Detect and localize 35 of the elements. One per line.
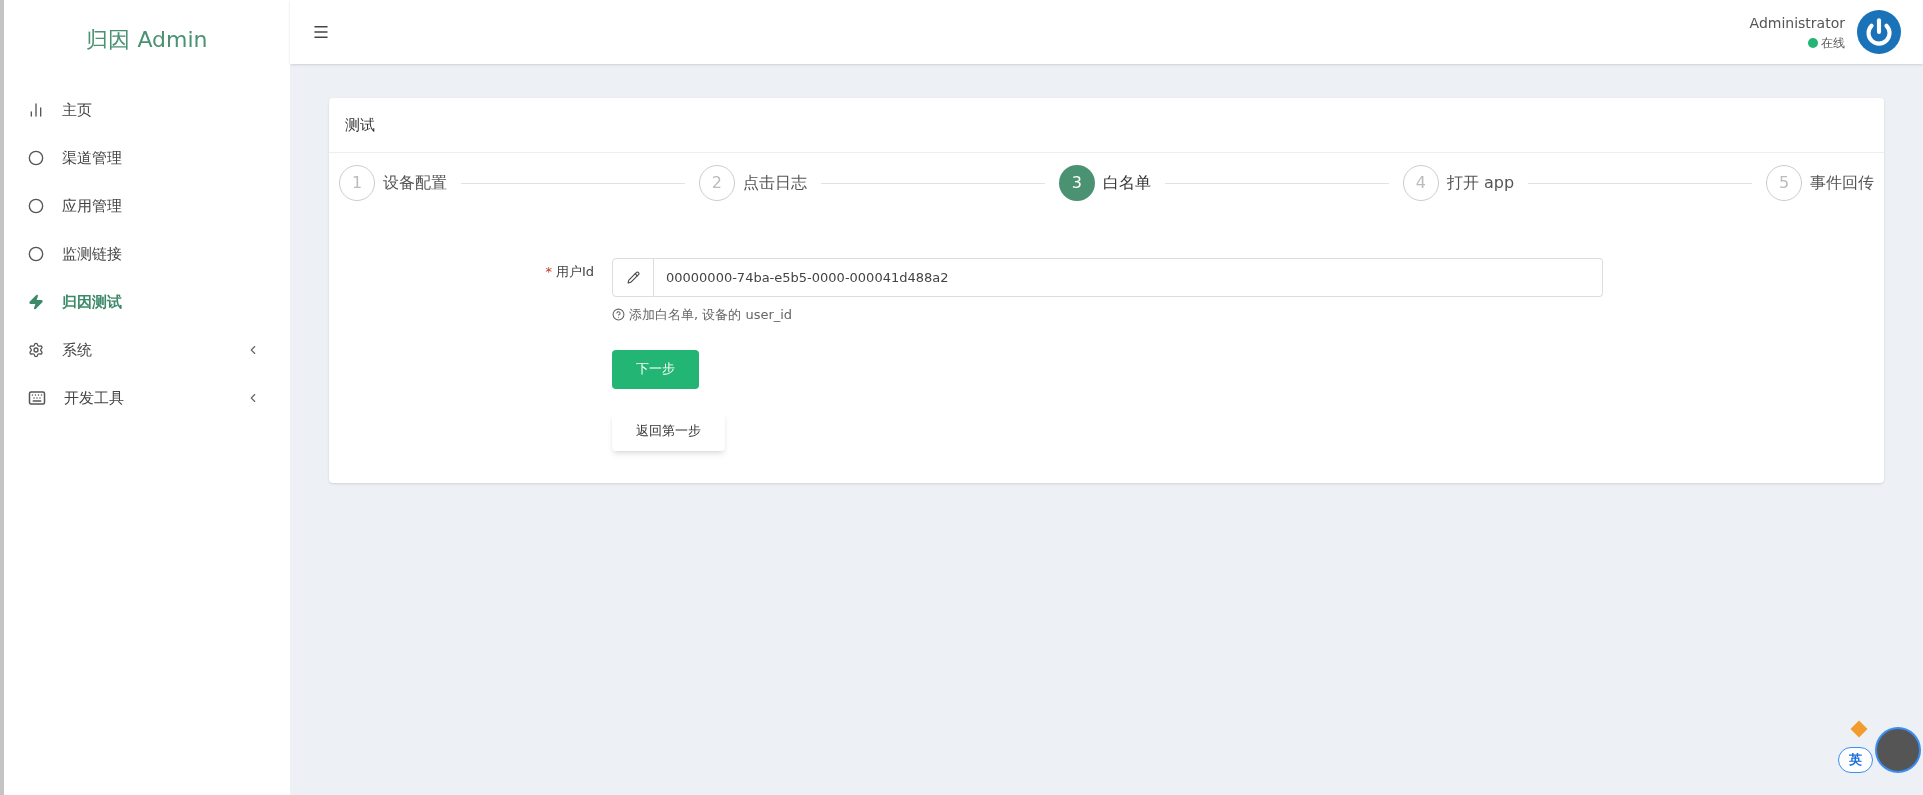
menu-icon[interactable] [312, 23, 330, 41]
pencil-icon [626, 271, 640, 284]
user-id-field[interactable]: 00000000-74ba-e5b5-0000-000041d488a2 [654, 258, 1603, 297]
sidebar-item[interactable]: 主页 [4, 86, 290, 134]
app-logo: 归因 Admin [86, 25, 208, 54]
user-name: Administrator [1749, 13, 1845, 33]
ime-toggle[interactable]: 英 [1838, 747, 1873, 773]
required-mark: * [545, 263, 552, 281]
settings-icon [28, 342, 44, 358]
step-label: 事件回传 [1810, 172, 1874, 194]
status-text: 在线 [1821, 34, 1845, 52]
step-number: 3 [1058, 165, 1095, 201]
back-button[interactable]: 返回第一步 [612, 411, 725, 451]
lightning-icon [28, 294, 44, 310]
bar-chart-icon [28, 102, 44, 118]
step-label: 打开 app [1446, 172, 1515, 194]
circle-icon [28, 198, 44, 214]
field-label: 用户Id [555, 263, 594, 281]
help-icon [612, 308, 625, 322]
step-label: 点击日志 [742, 172, 807, 194]
sidebar-item[interactable]: 归因测试 [4, 278, 290, 326]
sidebar-item[interactable]: 应用管理 [4, 182, 290, 230]
avatar[interactable] [1875, 727, 1921, 773]
sidebar-item[interactable]: 渠道管理 [4, 134, 290, 182]
sidebar-item[interactable]: 系统 [4, 326, 290, 374]
circle-icon [28, 246, 44, 262]
sidebar-item[interactable]: 开发工具 [4, 374, 290, 422]
step-label: 设备配置 [383, 172, 447, 194]
sidebar-item[interactable]: 监测链接 [4, 230, 290, 278]
keyboard-icon [28, 389, 46, 407]
circle-icon [28, 150, 44, 166]
help-text: 添加白名单, 设备的 user_id [629, 306, 793, 324]
power-avatar[interactable] [1857, 10, 1901, 54]
step-label: 白名单 [1102, 172, 1151, 194]
card-title: 测试 [345, 114, 375, 136]
